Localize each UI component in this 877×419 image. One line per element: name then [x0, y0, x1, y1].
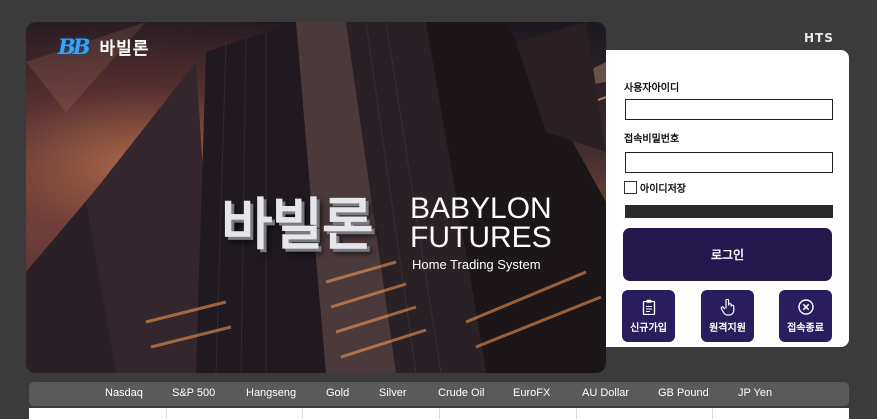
- login-button[interactable]: 로그인: [623, 228, 832, 281]
- login-progress-bar: [625, 205, 833, 218]
- brand-title-english-line2: FUTURES: [410, 221, 552, 254]
- exit-button[interactable]: 접속종료: [779, 290, 832, 342]
- save-id-label: 아이디저장: [640, 184, 686, 195]
- save-id-checkbox[interactable]: [624, 181, 637, 194]
- clipboard-icon: [640, 298, 658, 316]
- ticker-item-gb-pound[interactable]: GB Pound: [658, 387, 709, 399]
- logo-text: 바빌론: [99, 39, 150, 59]
- remote-support-label: 원격지원: [709, 323, 746, 334]
- ticker-item-nasdaq[interactable]: Nasdaq: [105, 387, 143, 399]
- user-id-input[interactable]: [625, 99, 833, 120]
- quote-divider: [712, 408, 713, 419]
- ticker-item-hangseng[interactable]: Hangseng: [246, 387, 296, 399]
- market-ticker-bar: Nasdaq S&P 500 Hangseng Gold Silver Crud…: [29, 382, 849, 406]
- ticker-quotes-row: [29, 408, 849, 419]
- ticker-item-gold[interactable]: Gold: [326, 387, 349, 399]
- close-circle-icon: [797, 298, 815, 316]
- ticker-item-silver[interactable]: Silver: [379, 387, 407, 399]
- quote-divider: [439, 408, 440, 419]
- ticker-item-eurofx[interactable]: EuroFX: [513, 387, 550, 399]
- ticker-item-jp-yen[interactable]: JP Yen: [738, 387, 772, 399]
- bb-logo-icon: BB: [58, 34, 90, 59]
- signup-label: 신규가입: [630, 323, 667, 334]
- hts-label: HTS: [804, 31, 834, 45]
- save-id-option[interactable]: 아이디저장: [624, 180, 686, 195]
- exit-label: 접속종료: [787, 323, 824, 334]
- ticker-item-au-dollar[interactable]: AU Dollar: [582, 387, 629, 399]
- hand-pointer-icon: [719, 298, 737, 316]
- quote-divider: [302, 408, 303, 419]
- login-panel: 사용자아이디 접속비밀번호 아이디저장 로그인 신규가입 원격지원 접속종료: [606, 50, 849, 347]
- ticker-item-sp500[interactable]: S&P 500: [172, 387, 215, 399]
- password-label: 접속비밀번호: [624, 134, 680, 145]
- signup-button[interactable]: 신규가입: [622, 290, 675, 342]
- ticker-item-crude-oil[interactable]: Crude Oil: [438, 387, 484, 399]
- brand-title-korean: 바빌론: [221, 193, 374, 258]
- user-id-label: 사용자아이디: [624, 83, 680, 94]
- password-input[interactable]: [625, 152, 833, 173]
- hero-banner: BB 바빌론 바빌론 BABYLON FUTURES Home Trading …: [26, 22, 606, 373]
- brand-subtitle: Home Trading System: [412, 257, 541, 272]
- remote-support-button[interactable]: 원격지원: [701, 290, 754, 342]
- quote-divider: [166, 408, 167, 419]
- brand-logo: BB 바빌론: [58, 34, 149, 59]
- quote-divider: [576, 408, 577, 419]
